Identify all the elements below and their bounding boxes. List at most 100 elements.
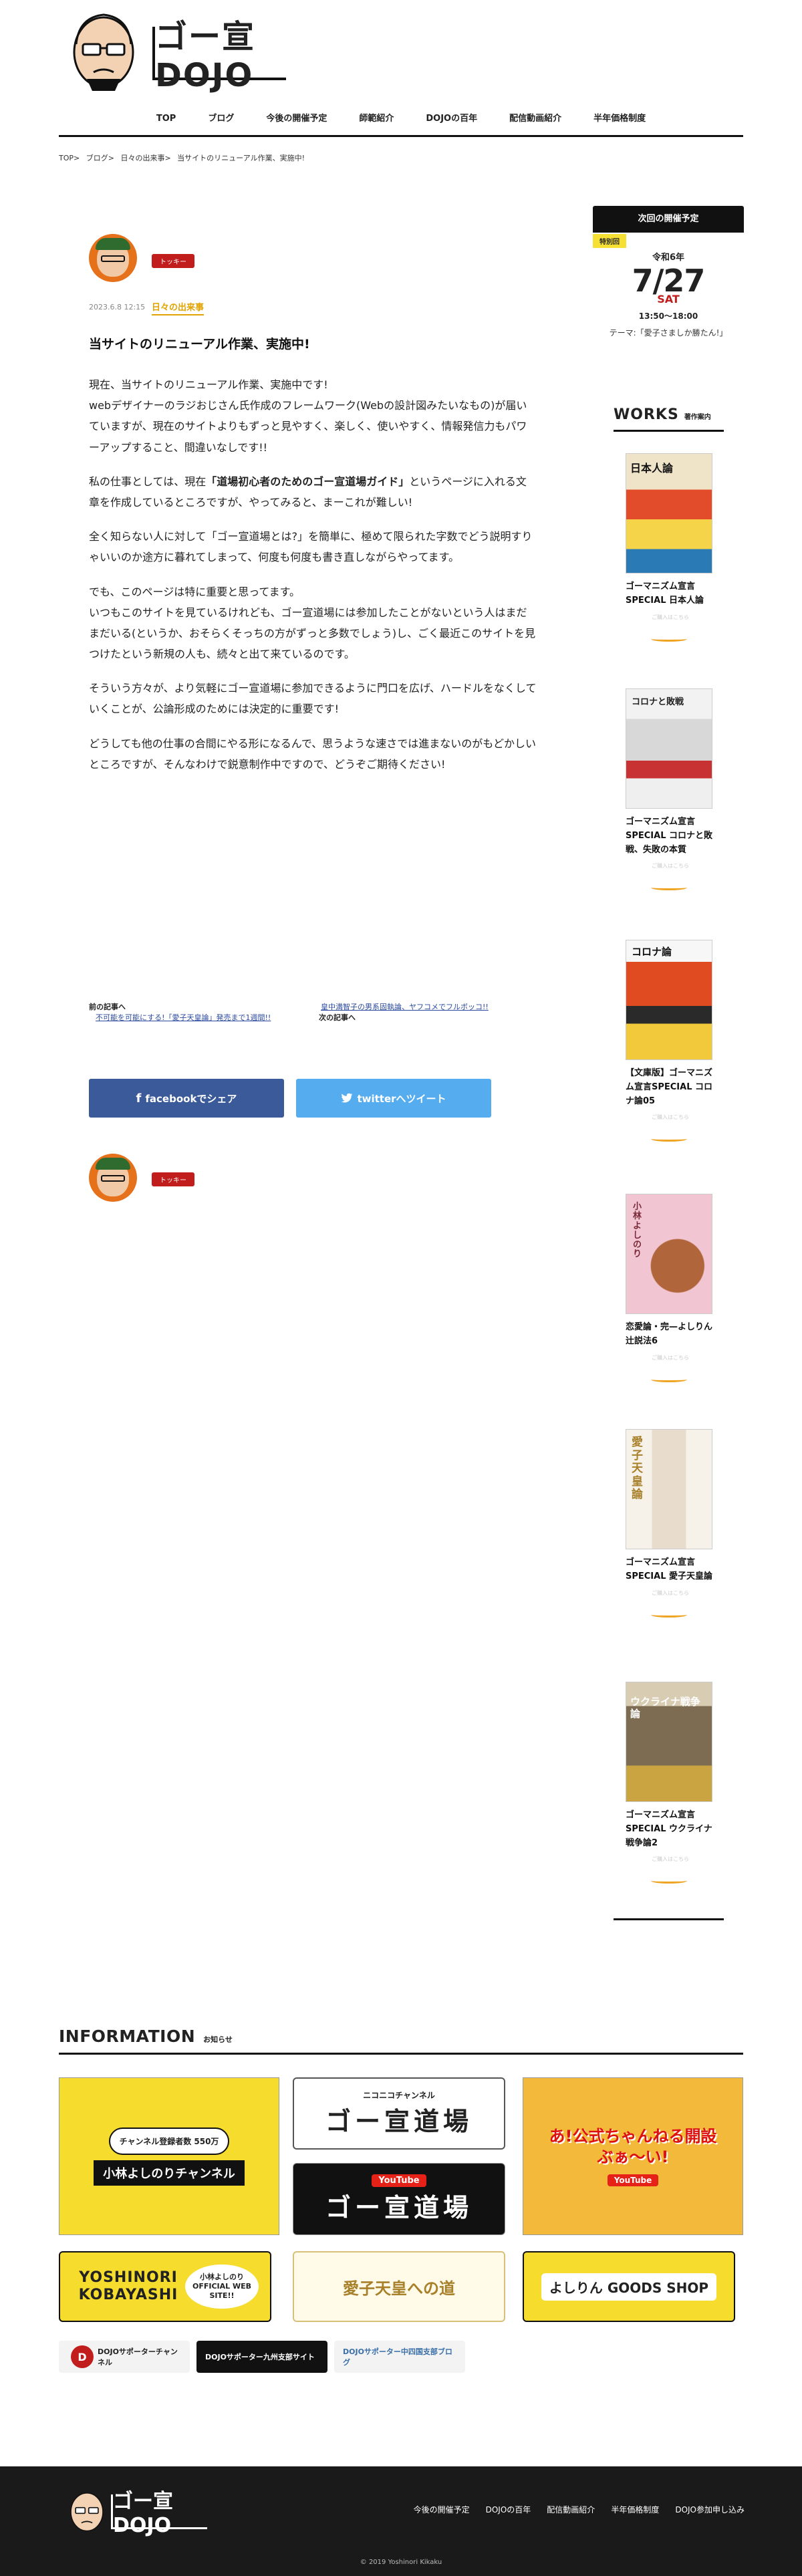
amazon-logo: amazon bbox=[640, 620, 700, 636]
breadcrumb-category[interactable]: 日々の出来事 bbox=[120, 154, 164, 162]
footer-logo[interactable]: ゴー宣DOJO bbox=[67, 2486, 207, 2537]
banner-niconico-dojo[interactable]: ニコニコチャンネル ゴー宣道場 bbox=[293, 2077, 505, 2150]
logo-wordmark: ゴー宣DOJO bbox=[152, 18, 286, 94]
book-title[interactable]: ゴーマニズム宣言SPECIAL 日本人論 bbox=[626, 580, 715, 608]
book-title[interactable]: ゴーマニズム宣言SPECIAL 愛子天皇論 bbox=[626, 1556, 715, 1584]
banner-text: あ!公式ちゃんねる開設ぶぁ〜い! bbox=[549, 2126, 717, 2166]
paragraph: 現在、当サイトのリニューアル作業、実施中です! webデザイナーのラジおじさん氏作… bbox=[89, 374, 537, 458]
breadcrumb-top[interactable]: TOP bbox=[59, 154, 74, 162]
amazon-button[interactable]: ご購入はこちら amazon bbox=[626, 857, 715, 891]
book-title[interactable]: ゴーマニズム宣言SPECIAL ウクライナ戦争論2 bbox=[626, 1809, 715, 1850]
site-header: ゴー宣DOJO TOP ブログ 今後の開催予定 師範紹介 DOJOの百年 配信動… bbox=[59, 0, 743, 137]
youtube-icon: YouTube bbox=[372, 2174, 426, 2187]
site-footer: ゴー宣DOJO 今後の開催予定 DOJOの百年 配信動画紹介 半年価格制度 DO… bbox=[0, 2466, 802, 2576]
banner-yoshinori-channel[interactable]: チャンネル登録者数 550万 小林よしのりチャンネル bbox=[59, 2077, 279, 2235]
footer-nav: 今後の開催予定 DOJOの百年 配信動画紹介 半年価格制度 DOJO参加申し込み bbox=[414, 2504, 745, 2515]
book-item: コロナと敗戦 ゴーマニズム宣言SPECIAL コロナと敗戦、失敗の本質 ご購入は… bbox=[626, 688, 715, 891]
amazon-smile-icon bbox=[651, 1377, 687, 1382]
footer-nav-upcoming-events[interactable]: 今後の開催予定 bbox=[414, 2504, 470, 2515]
breadcrumb: TOP> ブログ> 日々の出来事> 当サイトのリニューアル作業、実施中! bbox=[59, 152, 309, 163]
next-article-link[interactable]: 皇中満智子の男系固執論、ヤフコメでフルボッコ!! bbox=[321, 1001, 489, 1012]
banner-subtext: チャンネル登録者数 550万 bbox=[108, 2127, 230, 2155]
banner-text: DOJOサポーター中四国支部ブログ bbox=[343, 2347, 452, 2367]
amazon-logo: amazon bbox=[640, 1120, 700, 1137]
bold-text: 「道場初心者のためのゴー宣道場ガイド」 bbox=[206, 475, 410, 488]
footer-nav-half-year-pricing[interactable]: 半年価格制度 bbox=[611, 2504, 659, 2515]
book-cover[interactable]: 愛子天皇論 bbox=[626, 1429, 712, 1549]
prev-article-link[interactable]: 不可能を可能にする!「愛子天皇論」発売まで1週間!! bbox=[96, 1012, 271, 1023]
breadcrumb-current: 当サイトのリニューアル作業、実施中! bbox=[177, 154, 305, 162]
paragraph-text: webデザイナーのラジおじさん氏作成のフレームワーク(Webの設計図みたいなもの… bbox=[89, 399, 527, 454]
book-item: 日本人論 ゴーマニズム宣言SPECIAL 日本人論 ご購入はこちら amazon bbox=[626, 453, 715, 642]
banner-official-website[interactable]: YOSHINORI KOBAYASHI 小林よしのり OFFICIAL WEB … bbox=[59, 2251, 271, 2322]
post-title: 当サイトのリニューアル作業、実施中! bbox=[89, 337, 310, 352]
banner-text: よしりん GOODS SHOP bbox=[541, 2273, 717, 2301]
twitter-share-button[interactable]: twitterへツイート bbox=[296, 1079, 491, 1118]
post-body: 現在、当サイトのリニューアル作業、実施中です! webデザイナーのラジおじさん氏作… bbox=[89, 374, 537, 788]
footer-nav-dojo-100-years[interactable]: DOJOの百年 bbox=[486, 2504, 531, 2515]
nav-half-year-pricing[interactable]: 半年価格制度 bbox=[577, 107, 662, 131]
nav-top[interactable]: TOP bbox=[140, 107, 192, 131]
author-tag[interactable]: トッキー bbox=[152, 254, 194, 268]
nav-videos[interactable]: 配信動画紹介 bbox=[493, 107, 577, 131]
amazon-small-text: ご購入はこちら bbox=[652, 1354, 689, 1361]
book-title[interactable]: 恋愛論・完—よしりん辻説法6 bbox=[626, 1321, 715, 1349]
author-tag-bottom[interactable]: トッキー bbox=[152, 1172, 194, 1186]
banner-subtext: ニコニコチャンネル bbox=[363, 2091, 435, 2100]
book-title[interactable]: ゴーマニズム宣言SPECIAL コロナと敗戦、失敗の本質 bbox=[626, 815, 715, 857]
next-event-widget[interactable]: 次回の開催予定 特別回 令和6年 7/27 SAT 13:50〜18:00 テー… bbox=[593, 206, 744, 338]
prev-next-nav: 前の記事へ 不可能を可能にする!「愛子天皇論」発売まで1週間!! 皇中満智子の男… bbox=[89, 1001, 537, 1028]
works-heading: WORKS 著作案内 bbox=[614, 406, 724, 432]
amazon-logo: amazon bbox=[640, 1360, 700, 1377]
book-cover[interactable]: ウクライナ戦争論 bbox=[626, 1682, 712, 1802]
facebook-share-button[interactable]: f facebookでシェア bbox=[89, 1079, 284, 1118]
banner-text: YOSHINORI KOBAYASHI bbox=[78, 2269, 178, 2303]
banner-aiko-tennou-road[interactable]: 愛子天皇への道 bbox=[293, 2251, 505, 2322]
next-event-heading: 次回の開催予定 bbox=[593, 206, 744, 233]
post-category[interactable]: 日々の出来事 bbox=[152, 300, 205, 315]
banner-chushikoku-branch[interactable]: DOJOサポーター中四国支部ブログ bbox=[334, 2341, 465, 2373]
amazon-button[interactable]: ご購入はこちら amazon bbox=[626, 1348, 715, 1382]
share-buttons: f facebookでシェア twitterへツイート bbox=[89, 1079, 537, 1119]
twitter-bird-icon bbox=[341, 1093, 353, 1103]
paragraph-text: いつもこのサイトを見ているけれども、ゴー宣道場には参加したことがないという人はま… bbox=[89, 606, 536, 661]
youtube-icon: YouTube bbox=[607, 2174, 659, 2187]
author-avatar[interactable] bbox=[89, 234, 137, 282]
book-cover[interactable]: コロナと敗戦 bbox=[626, 688, 712, 809]
banner-text: DOJOサポーターチャンネル bbox=[98, 2347, 178, 2367]
amazon-button[interactable]: ご購入はこちら amazon bbox=[626, 608, 715, 642]
banner-goods-shop[interactable]: よしりん GOODS SHOP bbox=[523, 2251, 735, 2322]
banner-supporter-channel[interactable]: D DOJOサポーターチャンネル bbox=[59, 2341, 190, 2373]
banner-official-channel[interactable]: あ!公式ちゃんねる開設ぶぁ〜い! YouTube bbox=[523, 2077, 743, 2235]
breadcrumb-blog[interactable]: ブログ bbox=[86, 154, 108, 162]
book-cover[interactable]: 小林よしのり bbox=[626, 1194, 712, 1314]
paragraph: でも、このページは特に重要と思ってます。 いつもこのサイトを見ているけれども、ゴー… bbox=[89, 582, 537, 665]
author-avatar-bottom[interactable] bbox=[89, 1154, 137, 1202]
works-subtitle: 著作案内 bbox=[684, 414, 711, 421]
site-logo[interactable]: ゴー宣DOJO bbox=[67, 5, 294, 99]
book-cover[interactable]: 日本人論 bbox=[626, 453, 712, 573]
banner-text: 小林よしのりチャンネル bbox=[94, 2160, 245, 2186]
nav-instructors[interactable]: 師範紹介 bbox=[343, 107, 410, 131]
amazon-button[interactable]: ご購入はこちら amazon bbox=[626, 1583, 715, 1618]
event-time: 13:50〜18:00 bbox=[638, 311, 698, 321]
dojo-d-icon: D bbox=[71, 2345, 94, 2368]
breadcrumb-sep: > bbox=[164, 154, 171, 162]
footer-nav-videos[interactable]: 配信動画紹介 bbox=[547, 2504, 595, 2515]
banner-text: ゴー宣道場 bbox=[325, 2107, 473, 2136]
amazon-button[interactable]: ご購入はこちら amazon bbox=[626, 1108, 715, 1142]
banner-kyushu-branch[interactable]: DOJOサポーター九州支部サイト bbox=[196, 2341, 327, 2373]
event-theme: テーマ:「愛子さましか勝たん!」 bbox=[609, 328, 728, 338]
book-cover-title: 日本人論 bbox=[630, 462, 674, 475]
nav-blog[interactable]: ブログ bbox=[192, 107, 250, 131]
book-title[interactable]: 【文庫版】ゴーマニズム宣言SPECIAL コロナ論05 bbox=[626, 1067, 715, 1108]
banner-youtube-dojo[interactable]: YouTube ゴー宣道場 bbox=[293, 2163, 505, 2235]
nav-dojo-100-years[interactable]: DOJOの百年 bbox=[410, 107, 493, 131]
facebook-share-label: facebookでシェア bbox=[145, 1092, 237, 1105]
paragraph: どうしても他の仕事の合間にやる形になるんで、思うような速さでは進まないのがもどか… bbox=[89, 737, 536, 771]
amazon-button[interactable]: ご購入はこちら amazon bbox=[626, 1850, 715, 1884]
paragraph: 私の仕事としては、現在「道場初心者のためのゴー宣道場ガイド」というページに入れる… bbox=[89, 471, 537, 513]
footer-nav-dojo-application[interactable]: DOJO参加申し込み bbox=[675, 2504, 745, 2515]
nav-upcoming-events[interactable]: 今後の開催予定 bbox=[250, 107, 343, 131]
book-cover[interactable]: コロナ論 bbox=[626, 940, 712, 1060]
